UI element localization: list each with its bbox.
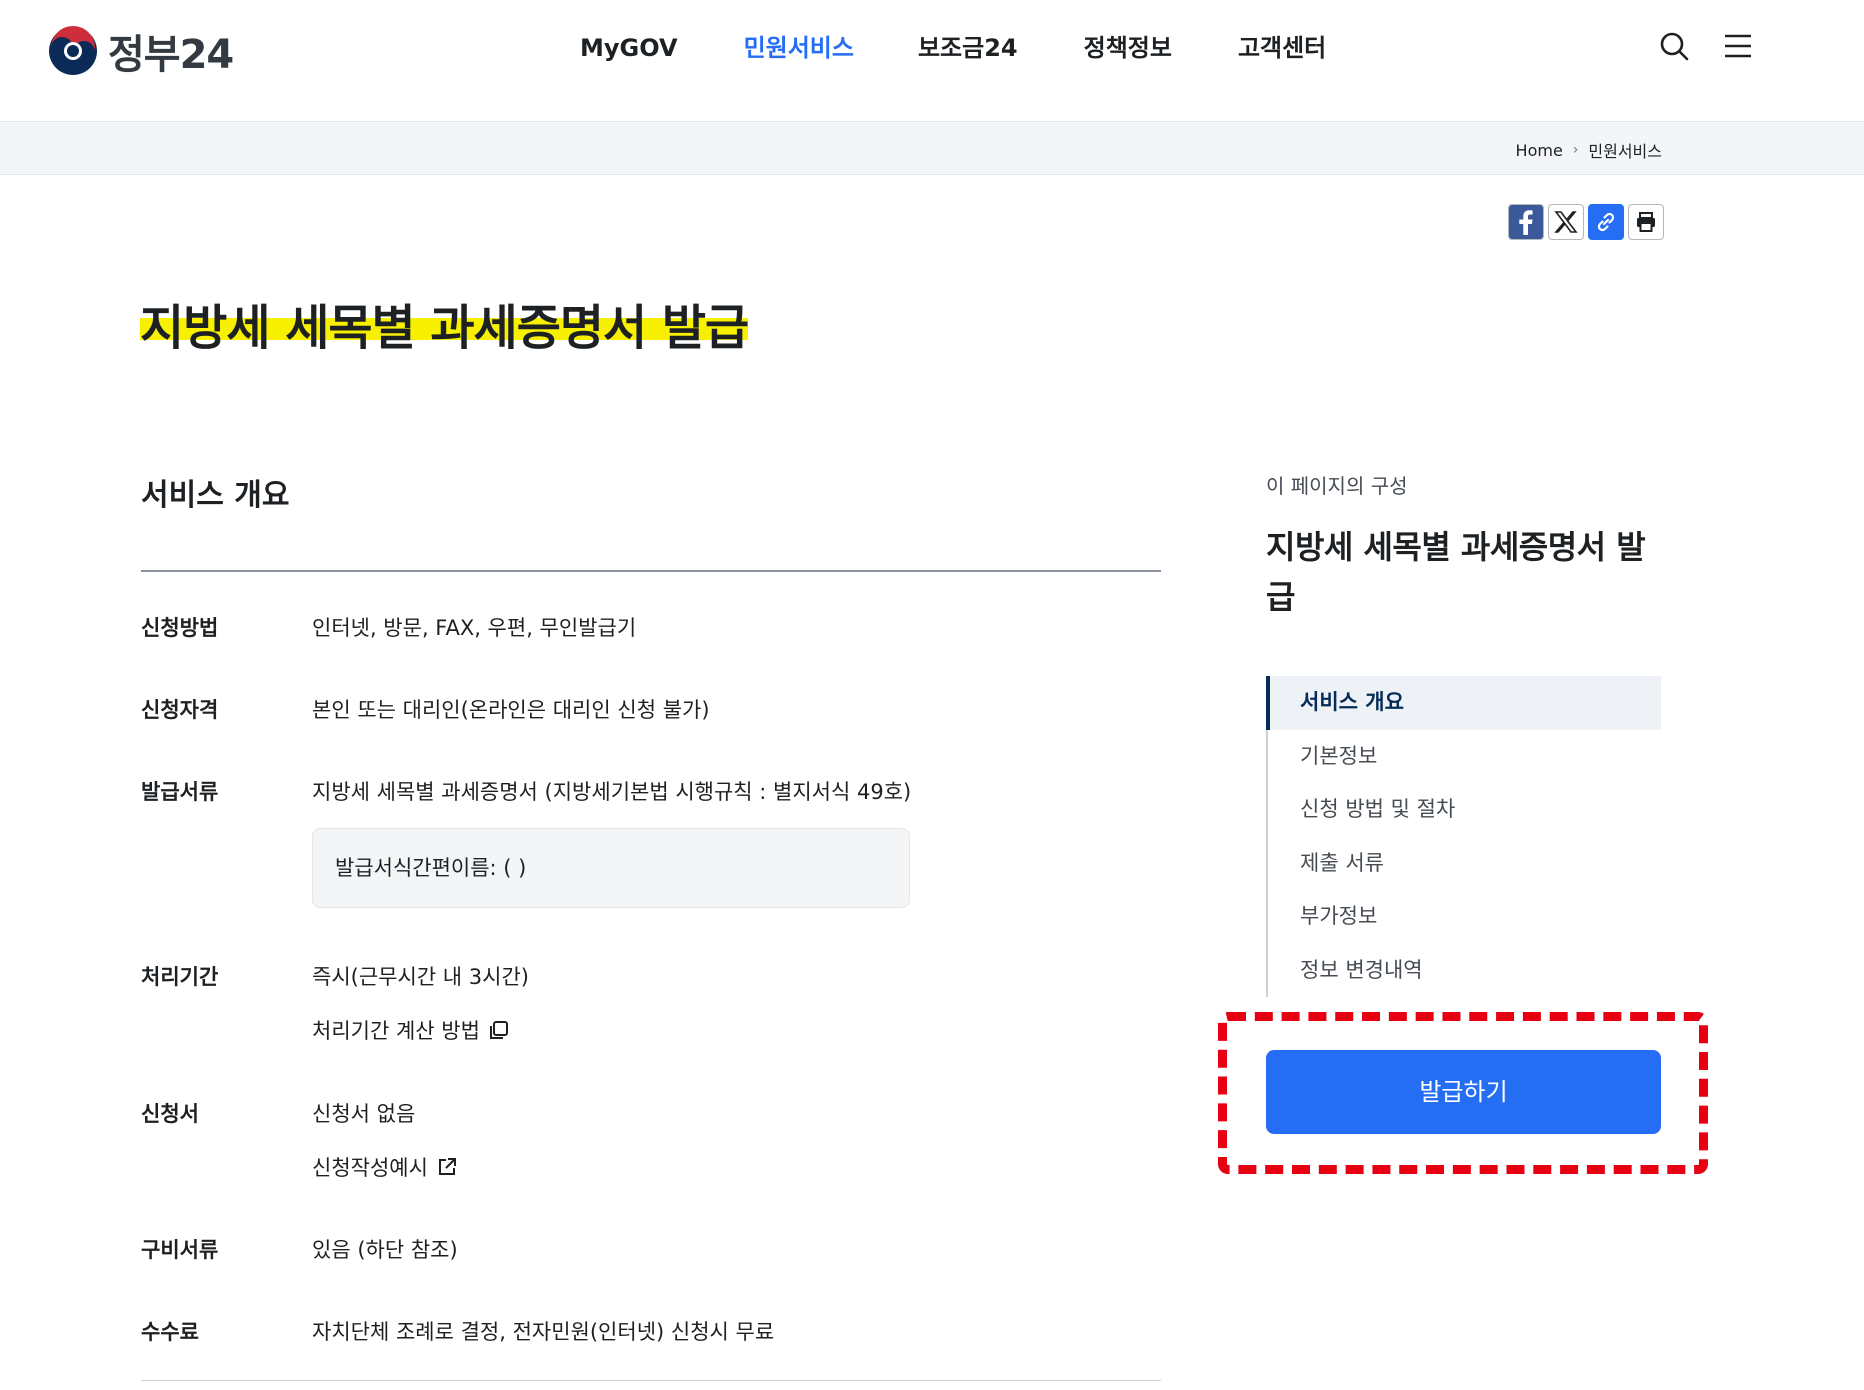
menu-button[interactable] [1722,30,1754,66]
section-title-overview: 서비스 개요 [141,478,290,513]
logo[interactable]: 정부24 [48,22,234,80]
section-divider [141,570,1161,572]
page-title: 지방세 세목별 과세증명서 발급 [140,300,749,356]
nav-subsidy24[interactable]: 보조금24 [918,28,1018,68]
logo-text: 정부24 [108,32,234,78]
copy-link-button[interactable] [1588,204,1624,240]
section-bottom-divider [141,1380,1161,1381]
toc-item-method-procedure[interactable]: 신청 방법 및 절차 [1268,783,1661,837]
toc-item-submission-docs[interactable]: 제출 서류 [1268,837,1661,891]
label-eligibility: 신청자격 [141,698,219,722]
facebook-icon [1509,205,1543,239]
search-button[interactable] [1658,30,1690,66]
period-calculation-link[interactable]: 처리기간 계산 방법 [312,1015,510,1045]
page-title-wrap: 지방세 세목별 과세증명서 발급 [140,288,749,358]
label-method: 신청방법 [141,616,219,640]
form-name-box: 발급서식간편이름: ( ) [312,828,910,908]
main-nav: MyGOV 민원서비스 보조금24 정책정보 고객센터 [580,28,1326,68]
label-application: 신청서 [141,1102,199,1126]
period-calculation-link-label: 처리기간 계산 방법 [312,1019,480,1043]
value-period: 즉시(근무시간 내 3시간) [312,965,529,989]
chevron-right-icon: › [1572,142,1579,158]
value-application: 신청서 없음 [312,1102,416,1126]
label-required-docs: 구비서류 [141,1238,219,1262]
share-toolbar [1508,204,1664,240]
breadcrumb: Home › 민원서비스 [1516,138,1662,162]
taegeuk-logo-icon [49,26,97,75]
link-icon [1597,212,1615,232]
x-icon [1554,211,1578,233]
external-link-icon [438,1158,456,1175]
search-icon [1660,32,1689,61]
application-example-link[interactable]: 신청작성예시 [312,1152,458,1182]
nav-civil-service[interactable]: 민원서비스 [744,28,854,68]
label-document: 발급서류 [141,780,219,804]
toc-item-additional-info[interactable]: 부가정보 [1268,890,1661,944]
toc-item-overview[interactable]: 서비스 개요 [1266,676,1661,730]
x-share-button[interactable] [1548,204,1584,240]
label-fee: 수수료 [141,1320,199,1344]
value-eligibility: 본인 또는 대리인(온라인은 대리인 신청 불가) [312,698,710,722]
breadcrumb-home[interactable]: Home [1516,141,1563,160]
copy-window-icon [489,1021,508,1039]
issue-button[interactable]: 발급하기 [1266,1050,1661,1134]
value-required-docs: 있음 (하단 참조) [312,1238,458,1262]
breadcrumb-bar: Home › 민원서비스 [0,122,1864,175]
toc-list: 서비스 개요 기본정보 신청 방법 및 절차 제출 서류 부가정보 정보 변경내… [1266,676,1661,997]
application-example-link-label: 신청작성예시 [312,1156,428,1180]
nav-mygov[interactable]: MyGOV [580,28,678,68]
label-period: 처리기간 [141,965,219,989]
print-icon [1637,212,1655,232]
toc-caption: 이 페이지의 구성 [1266,474,1408,498]
value-document: 지방세 세목별 과세증명서 (지방세기본법 시행규칙 : 별지서식 49호) [312,780,912,804]
facebook-share-button[interactable] [1508,204,1544,240]
print-button[interactable] [1628,204,1664,240]
site-header: 정부24 MyGOV 민원서비스 보조금24 정책정보 고객센터 [0,0,1864,122]
nav-customer-center[interactable]: 고객센터 [1238,28,1326,68]
nav-policy-info[interactable]: 정책정보 [1084,28,1172,68]
hamburger-icon [1725,34,1751,58]
toc-item-basic-info[interactable]: 기본정보 [1268,730,1661,784]
value-method: 인터넷, 방문, FAX, 우편, 무인발급기 [312,616,637,640]
toc-item-change-history[interactable]: 정보 변경내역 [1268,944,1661,998]
value-fee: 자치단체 조례로 결정, 전자민원(인터넷) 신청시 무료 [312,1320,775,1344]
toc-title: 지방세 세목별 과세증명서 발급 [1266,528,1646,616]
breadcrumb-current[interactable]: 민원서비스 [1588,138,1662,162]
